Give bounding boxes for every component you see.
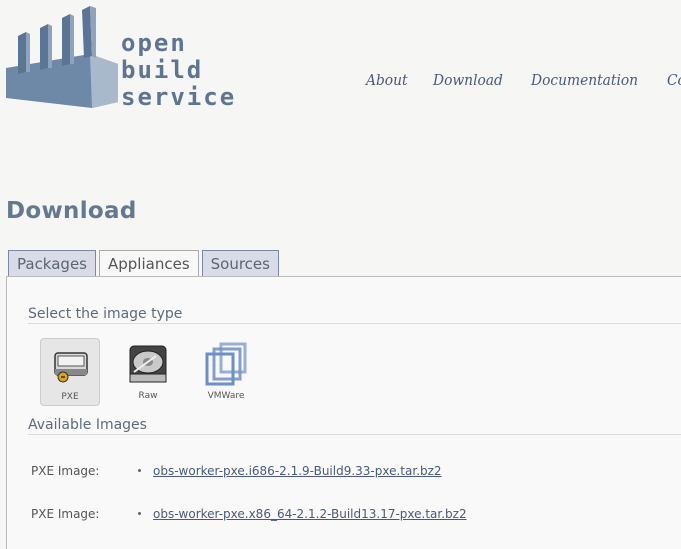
network-drive-icon bbox=[54, 352, 88, 383]
nav-contact[interactable]: Con bbox=[667, 71, 681, 89]
logo-line-service: service bbox=[121, 83, 237, 111]
image-row-label: PXE Image: bbox=[31, 507, 100, 521]
image-type-pxe[interactable]: PXE bbox=[40, 338, 100, 406]
factory-logo-icon bbox=[6, 6, 118, 108]
appliances-panel: Select the image type PXE Raw VMWare Ava… bbox=[6, 276, 681, 549]
nav-documentation[interactable]: Documentation bbox=[531, 71, 638, 89]
divider bbox=[28, 323, 681, 324]
bullet-icon bbox=[138, 512, 141, 515]
logo-wordmark: open build service bbox=[121, 30, 236, 111]
image-type-vmware[interactable]: VMWare bbox=[196, 338, 256, 406]
obs-logo[interactable]: open build service bbox=[4, 6, 254, 111]
download-tabs: Packages Appliances Sources bbox=[8, 250, 282, 278]
select-image-type-heading: Select the image type bbox=[28, 306, 183, 322]
image-type-pxe-label: PXE bbox=[61, 392, 79, 402]
image-row-label: PXE Image: bbox=[31, 464, 100, 478]
logo-line-build: build bbox=[121, 56, 204, 84]
divider bbox=[28, 434, 681, 435]
image-download-link[interactable]: obs-worker-pxe.x86_64-2.1.2-Build13.17-p… bbox=[153, 507, 467, 521]
image-type-raw-label: Raw bbox=[138, 391, 158, 401]
tab-appliances[interactable]: Appliances bbox=[99, 250, 199, 278]
available-images-heading: Available Images bbox=[28, 417, 147, 433]
tab-sources[interactable]: Sources bbox=[201, 250, 279, 277]
bullet-icon bbox=[138, 469, 141, 472]
image-type-raw[interactable]: Raw bbox=[118, 338, 178, 406]
image-download-link[interactable]: obs-worker-pxe.i686-2.1.9-Build9.33-pxe.… bbox=[153, 464, 442, 478]
hard-disk-icon bbox=[129, 345, 167, 383]
nav-download[interactable]: Download bbox=[433, 71, 503, 89]
tab-packages[interactable]: Packages bbox=[8, 250, 96, 277]
image-type-vmware-label: VMWare bbox=[207, 391, 245, 401]
nav-about[interactable]: About bbox=[366, 71, 408, 89]
logo-line-open: open bbox=[121, 29, 187, 57]
vmware-icon bbox=[205, 342, 247, 386]
page-title: Download bbox=[6, 198, 137, 224]
main-nav: About Download Documentation Con bbox=[366, 70, 681, 89]
